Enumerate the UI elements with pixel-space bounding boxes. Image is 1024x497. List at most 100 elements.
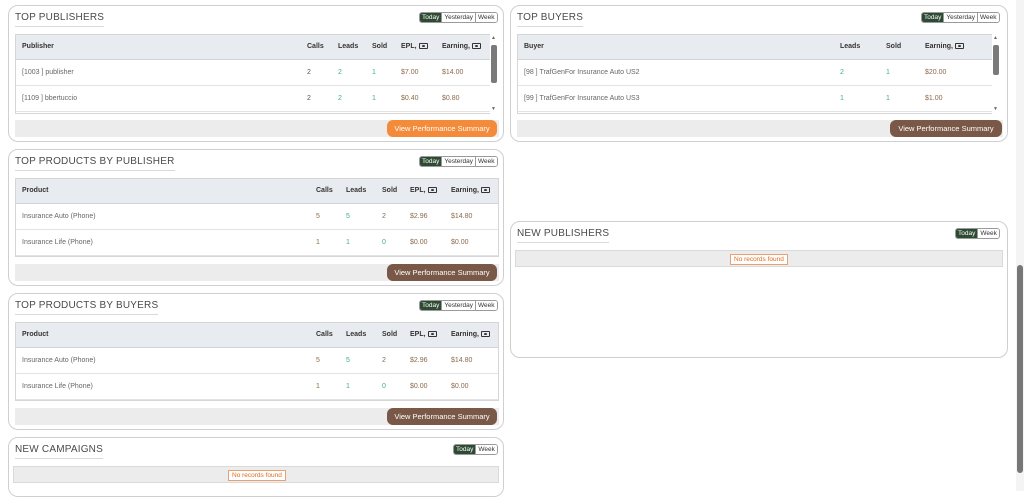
- cell-sold: 0: [382, 239, 386, 246]
- period-selector: Today Yesterday Week: [419, 300, 498, 311]
- cell-sold: 0: [382, 383, 386, 390]
- period-selector: Today Yesterday Week: [921, 12, 1000, 23]
- table-row[interactable]: [98 ] TrafGenFor Insurance Auto US2 2 1 …: [518, 60, 992, 86]
- cell-earning: $0.80: [442, 95, 460, 102]
- view-performance-summary-button[interactable]: View Performance Summary: [387, 408, 497, 425]
- period-today[interactable]: Today: [420, 157, 442, 166]
- col-leads: Leads: [338, 43, 359, 50]
- view-performance-summary-button[interactable]: View Performance Summary: [387, 120, 497, 137]
- period-today[interactable]: Today: [420, 301, 442, 310]
- period-today[interactable]: Today: [454, 445, 476, 454]
- table-row[interactable]: Insurance Life (Phone) 1 1 0 $0.00 $0.00: [16, 230, 498, 256]
- view-performance-summary-button[interactable]: View Performance Summary: [890, 120, 1002, 137]
- cell-epl: $7.00: [401, 69, 419, 76]
- cell-earning: $20.00: [925, 69, 947, 76]
- period-yesterday[interactable]: Yesterday: [441, 13, 476, 22]
- scroll-thumb[interactable]: [491, 45, 497, 83]
- money-icon: [481, 187, 491, 194]
- panel-title: TOP PRODUCTS BY BUYERS: [15, 300, 159, 315]
- no-records-label: No records found: [730, 254, 788, 265]
- new-publishers-panel: NEW PUBLISHERS Today Week No records fou…: [510, 221, 1008, 358]
- cell-earning: $14.80: [451, 357, 473, 364]
- cell-earning: $14.00: [442, 69, 464, 76]
- period-yesterday[interactable]: Yesterday: [441, 157, 476, 166]
- scroll-down-icon[interactable]: ▼: [993, 106, 998, 112]
- period-selector: Today Yesterday Week: [419, 156, 498, 167]
- scroll-thumb[interactable]: [993, 45, 999, 75]
- cell-leads: 2: [338, 69, 342, 76]
- period-yesterday[interactable]: Yesterday: [441, 301, 476, 310]
- col-earning: Earning,: [451, 187, 491, 194]
- scroll-up-icon[interactable]: ▲: [993, 35, 998, 41]
- period-today[interactable]: Today: [922, 13, 944, 22]
- table-row[interactable]: [1109 ] bbertuccio 2 2 1 $0.40 $0.80: [16, 86, 490, 112]
- table-scrollbar[interactable]: ▲ ▼: [490, 34, 498, 114]
- period-selector: Today Yesterday Week: [419, 12, 498, 23]
- table-row[interactable]: Insurance Life (Phone) 1 1 0 $0.00 $0.00: [16, 374, 498, 400]
- cell-sold: 2: [382, 213, 386, 220]
- col-earning: Earning,: [451, 331, 491, 338]
- table-scrollbar[interactable]: ▲ ▼: [992, 34, 1000, 114]
- cell-leads: 5: [346, 357, 350, 364]
- table-row[interactable]: Insurance Auto (Phone) 5 5 2 $2.96 $14.8…: [16, 348, 498, 374]
- period-week[interactable]: Week: [977, 229, 999, 238]
- cell-name[interactable]: [98 ] TrafGenFor Insurance Auto US2: [524, 69, 640, 76]
- new-campaigns-panel: NEW CAMPAIGNS Today Week No records foun…: [8, 437, 504, 497]
- col-buyer: Buyer: [524, 43, 544, 50]
- col-epl-label: EPL,: [410, 331, 426, 338]
- col-sold: Sold: [382, 331, 398, 338]
- no-records-label: No records found: [228, 470, 286, 481]
- money-icon: [427, 187, 437, 194]
- view-performance-summary-button[interactable]: View Performance Summary: [387, 264, 497, 281]
- period-today[interactable]: Today: [420, 13, 442, 22]
- cell-earning: $0.00: [451, 239, 469, 246]
- table-row[interactable]: [1003 ] publisher 2 2 1 $7.00 $14.00: [16, 60, 490, 86]
- col-calls: Calls: [316, 331, 333, 338]
- cell-name[interactable]: Insurance Life (Phone): [22, 383, 93, 390]
- cell-name[interactable]: [99 ] TrafGenFor Insurance Auto US3: [524, 95, 640, 102]
- col-earning: Earning,: [442, 43, 482, 50]
- buyers-table: Buyer Leads Sold Earning, [98 ] TrafGenF…: [517, 34, 993, 114]
- period-week[interactable]: Week: [475, 13, 497, 22]
- scroll-down-icon[interactable]: ▼: [491, 106, 496, 112]
- table-header: Product Calls Leads Sold EPL, Earning,: [16, 179, 498, 204]
- cell-sold: 1: [372, 69, 376, 76]
- period-week[interactable]: Week: [475, 301, 497, 310]
- period-today[interactable]: Today: [956, 229, 978, 238]
- cell-earning: $0.00: [451, 383, 469, 390]
- col-calls: Calls: [307, 43, 324, 50]
- period-week[interactable]: Week: [977, 13, 999, 22]
- money-icon: [418, 43, 428, 50]
- money-icon: [472, 43, 482, 50]
- period-yesterday[interactable]: Yesterday: [943, 13, 978, 22]
- col-earning-label: Earning,: [451, 187, 480, 194]
- money-icon: [481, 331, 491, 338]
- cell-sold: 1: [886, 95, 890, 102]
- products-table: Product Calls Leads Sold EPL, Earning, I…: [15, 178, 499, 257]
- col-epl: EPL,: [410, 187, 437, 194]
- col-earning-label: Earning,: [442, 43, 471, 50]
- panel-title: TOP PRODUCTS BY PUBLISHER: [15, 156, 175, 171]
- page-scroll-thumb[interactable]: [1017, 265, 1023, 473]
- cell-calls: 5: [316, 357, 320, 364]
- panel-title: TOP BUYERS: [517, 12, 584, 27]
- table-row[interactable]: Insurance Auto (Phone) 5 5 2 $2.96 $14.8…: [16, 204, 498, 230]
- table-row[interactable]: [99 ] TrafGenFor Insurance Auto US3 1 1 …: [518, 86, 992, 112]
- cell-name[interactable]: Insurance Life (Phone): [22, 239, 93, 246]
- col-earning-label: Earning,: [925, 43, 954, 50]
- cell-name[interactable]: Insurance Auto (Phone): [22, 357, 96, 364]
- scroll-up-icon[interactable]: ▲: [491, 35, 496, 41]
- cell-calls: 1: [316, 383, 320, 390]
- cell-earning: $14.80: [451, 213, 473, 220]
- cell-epl: $0.00: [410, 383, 428, 390]
- cell-name[interactable]: [1109 ] bbertuccio: [22, 95, 77, 102]
- col-earning: Earning,: [925, 43, 965, 50]
- col-leads: Leads: [346, 187, 367, 194]
- col-epl-label: EPL,: [401, 43, 417, 50]
- period-week[interactable]: Week: [475, 157, 497, 166]
- page-scrollbar[interactable]: [1016, 0, 1024, 491]
- cell-epl: $2.96: [410, 357, 428, 364]
- period-week[interactable]: Week: [475, 445, 497, 454]
- cell-name[interactable]: [1003 ] publisher: [22, 69, 74, 76]
- cell-name[interactable]: Insurance Auto (Phone): [22, 213, 96, 220]
